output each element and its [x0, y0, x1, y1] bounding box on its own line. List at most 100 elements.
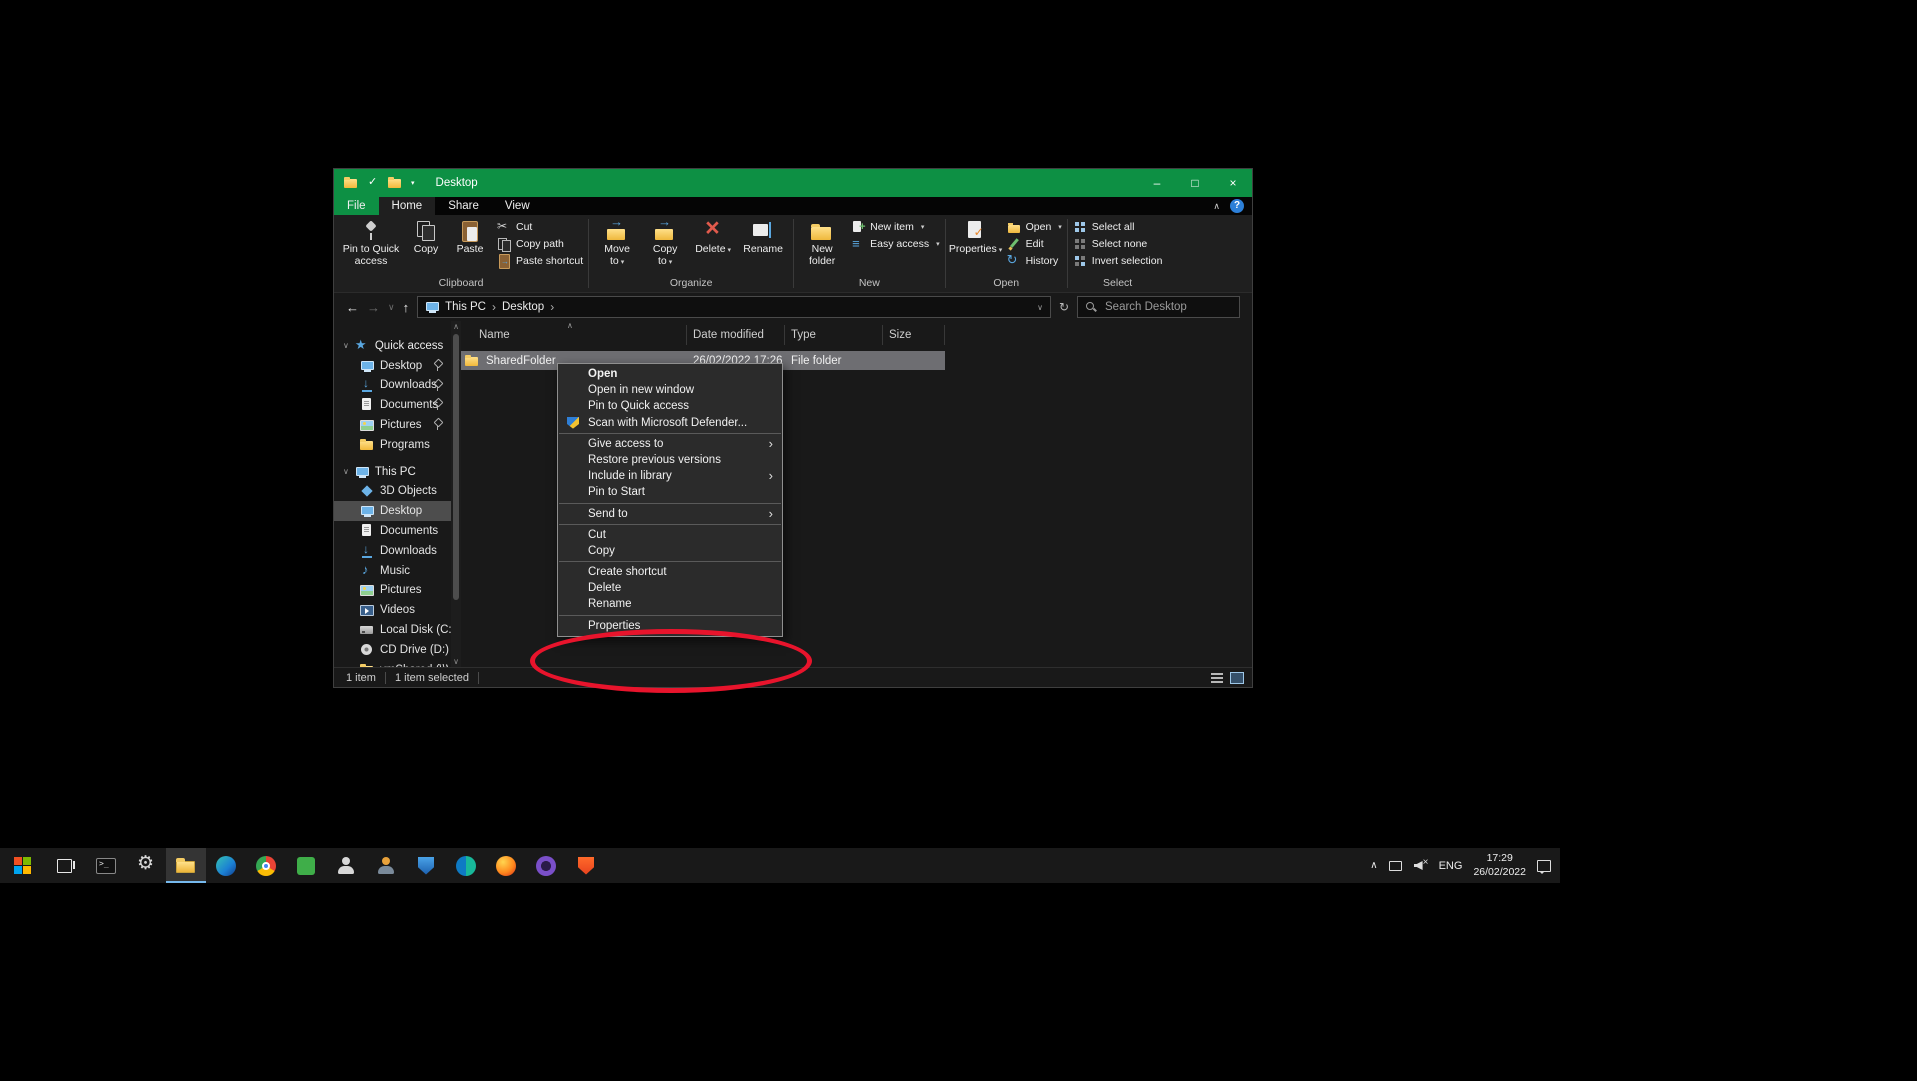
scroll-down-icon[interactable]: ∨: [451, 657, 461, 666]
breadcrumb-this-pc[interactable]: This PC: [445, 301, 486, 313]
column-header[interactable]: Name: [461, 325, 687, 345]
open-button[interactable]: Open ▾: [1007, 218, 1062, 235]
breadcrumb-desktop[interactable]: Desktop: [502, 301, 544, 313]
refresh-button[interactable]: ↻: [1059, 300, 1069, 314]
sidebar-item[interactable]: Pictures: [334, 415, 451, 435]
large-icons-view-button[interactable]: [1230, 672, 1244, 684]
context-menu-item[interactable]: Pin to Start: [558, 484, 782, 500]
context-menu-item[interactable]: Send to: [558, 506, 782, 522]
search-box[interactable]: [1077, 296, 1240, 318]
breadcrumb-separator-icon[interactable]: ›: [550, 300, 554, 314]
context-menu-item[interactable]: Rename: [558, 596, 782, 612]
context-menu-item[interactable]: Pin to Quick access: [558, 398, 782, 414]
qat-customize-chevron-icon[interactable]: ▾: [411, 179, 415, 187]
menu-tab[interactable]: File: [334, 197, 379, 215]
column-header[interactable]: Type: [785, 325, 883, 345]
sidebar-item[interactable]: Videos: [334, 600, 451, 620]
taskbar-button[interactable]: [0, 848, 46, 883]
scroll-up-icon[interactable]: ∧: [451, 322, 461, 331]
sidebar-scrollbar[interactable]: ∧ ∨: [451, 321, 461, 667]
forward-button[interactable]: →: [367, 300, 380, 315]
context-menu-item[interactable]: Create shortcut: [558, 564, 782, 580]
sidebar-item[interactable]: Documents: [334, 521, 451, 541]
taskbar-button[interactable]: [486, 848, 526, 883]
expander-icon[interactable]: ∨: [343, 467, 349, 476]
taskbar-button[interactable]: [126, 848, 166, 883]
taskbar-button[interactable]: [326, 848, 366, 883]
sidebar-item[interactable]: Documents: [334, 395, 451, 415]
paste-button[interactable]: Paste: [449, 217, 491, 258]
column-header[interactable]: Size: [883, 325, 945, 345]
taskbar-button[interactable]: [526, 848, 566, 883]
cut-button[interactable]: Cut: [497, 218, 583, 235]
taskbar-button[interactable]: [246, 848, 286, 883]
copy-button[interactable]: Copy: [405, 217, 447, 258]
select-all-button[interactable]: Select all: [1073, 218, 1163, 235]
sidebar-item[interactable]: vmShared (\\VB: [334, 660, 451, 667]
taskbar-button[interactable]: [446, 848, 486, 883]
taskbar-button[interactable]: [166, 848, 206, 883]
invert-selection-button[interactable]: Invert selection: [1073, 252, 1163, 269]
expander-icon[interactable]: ∨: [343, 341, 349, 350]
up-button[interactable]: ↑: [403, 300, 410, 315]
sidebar-item[interactable]: Pictures: [334, 581, 451, 601]
context-menu-item[interactable]: Delete: [558, 580, 782, 596]
address-bar[interactable]: This PC › Desktop › ∨: [417, 296, 1051, 318]
sidebar-item[interactable]: CD Drive (D:) Vir: [334, 640, 451, 660]
this-pc-header[interactable]: ∨ This PC: [334, 462, 451, 482]
sidebar-item[interactable]: Programs: [334, 435, 451, 455]
history-button[interactable]: History: [1007, 252, 1062, 269]
taskbar-button[interactable]: [406, 848, 446, 883]
copy-to-button[interactable]: Copy to▾: [642, 217, 688, 270]
action-center-icon[interactable]: [1537, 859, 1551, 872]
context-menu-item[interactable]: Restore previous versions: [558, 452, 782, 468]
details-view-button[interactable]: [1210, 672, 1224, 684]
collapse-ribbon-icon[interactable]: ∧: [1213, 201, 1220, 212]
menu-tab[interactable]: Home: [379, 197, 436, 215]
back-button[interactable]: ←: [346, 300, 359, 315]
context-menu-item[interactable]: Include in library: [558, 468, 782, 484]
breadcrumb-separator-icon[interactable]: ›: [492, 300, 496, 314]
paste-shortcut-button[interactable]: Paste shortcut: [497, 252, 583, 269]
sidebar-item[interactable]: Music: [334, 561, 451, 581]
taskbar-button[interactable]: [46, 848, 86, 883]
title-bar[interactable]: ▾ Desktop – □ ×: [334, 169, 1252, 197]
recent-locations-chevron-icon[interactable]: ∨: [388, 302, 395, 313]
rename-button[interactable]: Rename: [738, 217, 788, 258]
taskbar-button[interactable]: [206, 848, 246, 883]
close-button[interactable]: ×: [1214, 169, 1252, 197]
context-menu-item[interactable]: Open: [558, 366, 782, 382]
properties-button[interactable]: Properties▾: [951, 217, 1001, 258]
menu-tab[interactable]: View: [492, 197, 543, 215]
minimize-button[interactable]: –: [1138, 169, 1176, 197]
sidebar-item[interactable]: Downloads: [334, 376, 451, 396]
context-menu-item[interactable]: Cut: [558, 527, 782, 543]
copy-path-button[interactable]: Copy path: [497, 235, 583, 252]
volume-muted-icon[interactable]: [1414, 859, 1428, 872]
sidebar-item[interactable]: Desktop: [334, 356, 451, 376]
scrollbar-thumb[interactable]: [453, 334, 459, 600]
language-indicator[interactable]: ENG: [1439, 860, 1463, 872]
hidden-icons-chevron-icon[interactable]: ∧: [1370, 860, 1377, 871]
sidebar-item[interactable]: Desktop: [334, 501, 451, 521]
sidebar-item[interactable]: 3D Objects: [334, 482, 451, 502]
new-folder-button[interactable]: New folder: [799, 217, 845, 270]
qat-new-folder-icon[interactable]: [388, 176, 402, 190]
sidebar-item[interactable]: Downloads: [334, 541, 451, 561]
edit-button[interactable]: Edit: [1007, 235, 1062, 252]
easy-access-button[interactable]: Easy access ▾: [851, 235, 939, 252]
new-item-button[interactable]: New item ▾: [851, 218, 939, 235]
select-none-button[interactable]: Select none: [1073, 235, 1163, 252]
maximize-button[interactable]: □: [1176, 169, 1214, 197]
delete-button[interactable]: Delete▾: [690, 217, 736, 258]
context-menu-item[interactable]: Scan with Microsoft Defender...: [558, 415, 782, 431]
sidebar-item[interactable]: Local Disk (C:): [334, 620, 451, 640]
quick-access-header[interactable]: ∨ Quick access: [334, 336, 451, 356]
tray-clock[interactable]: 17:29 26/02/2022: [1473, 852, 1526, 879]
pin-to-quick-access-button[interactable]: Pin to Quick access: [339, 217, 403, 270]
context-menu-item[interactable]: Copy: [558, 543, 782, 559]
display-tray-icon[interactable]: [1389, 859, 1403, 872]
address-dropdown-icon[interactable]: ∨: [1037, 303, 1043, 312]
taskbar-button[interactable]: [86, 848, 126, 883]
context-menu-item[interactable]: Give access to: [558, 436, 782, 452]
